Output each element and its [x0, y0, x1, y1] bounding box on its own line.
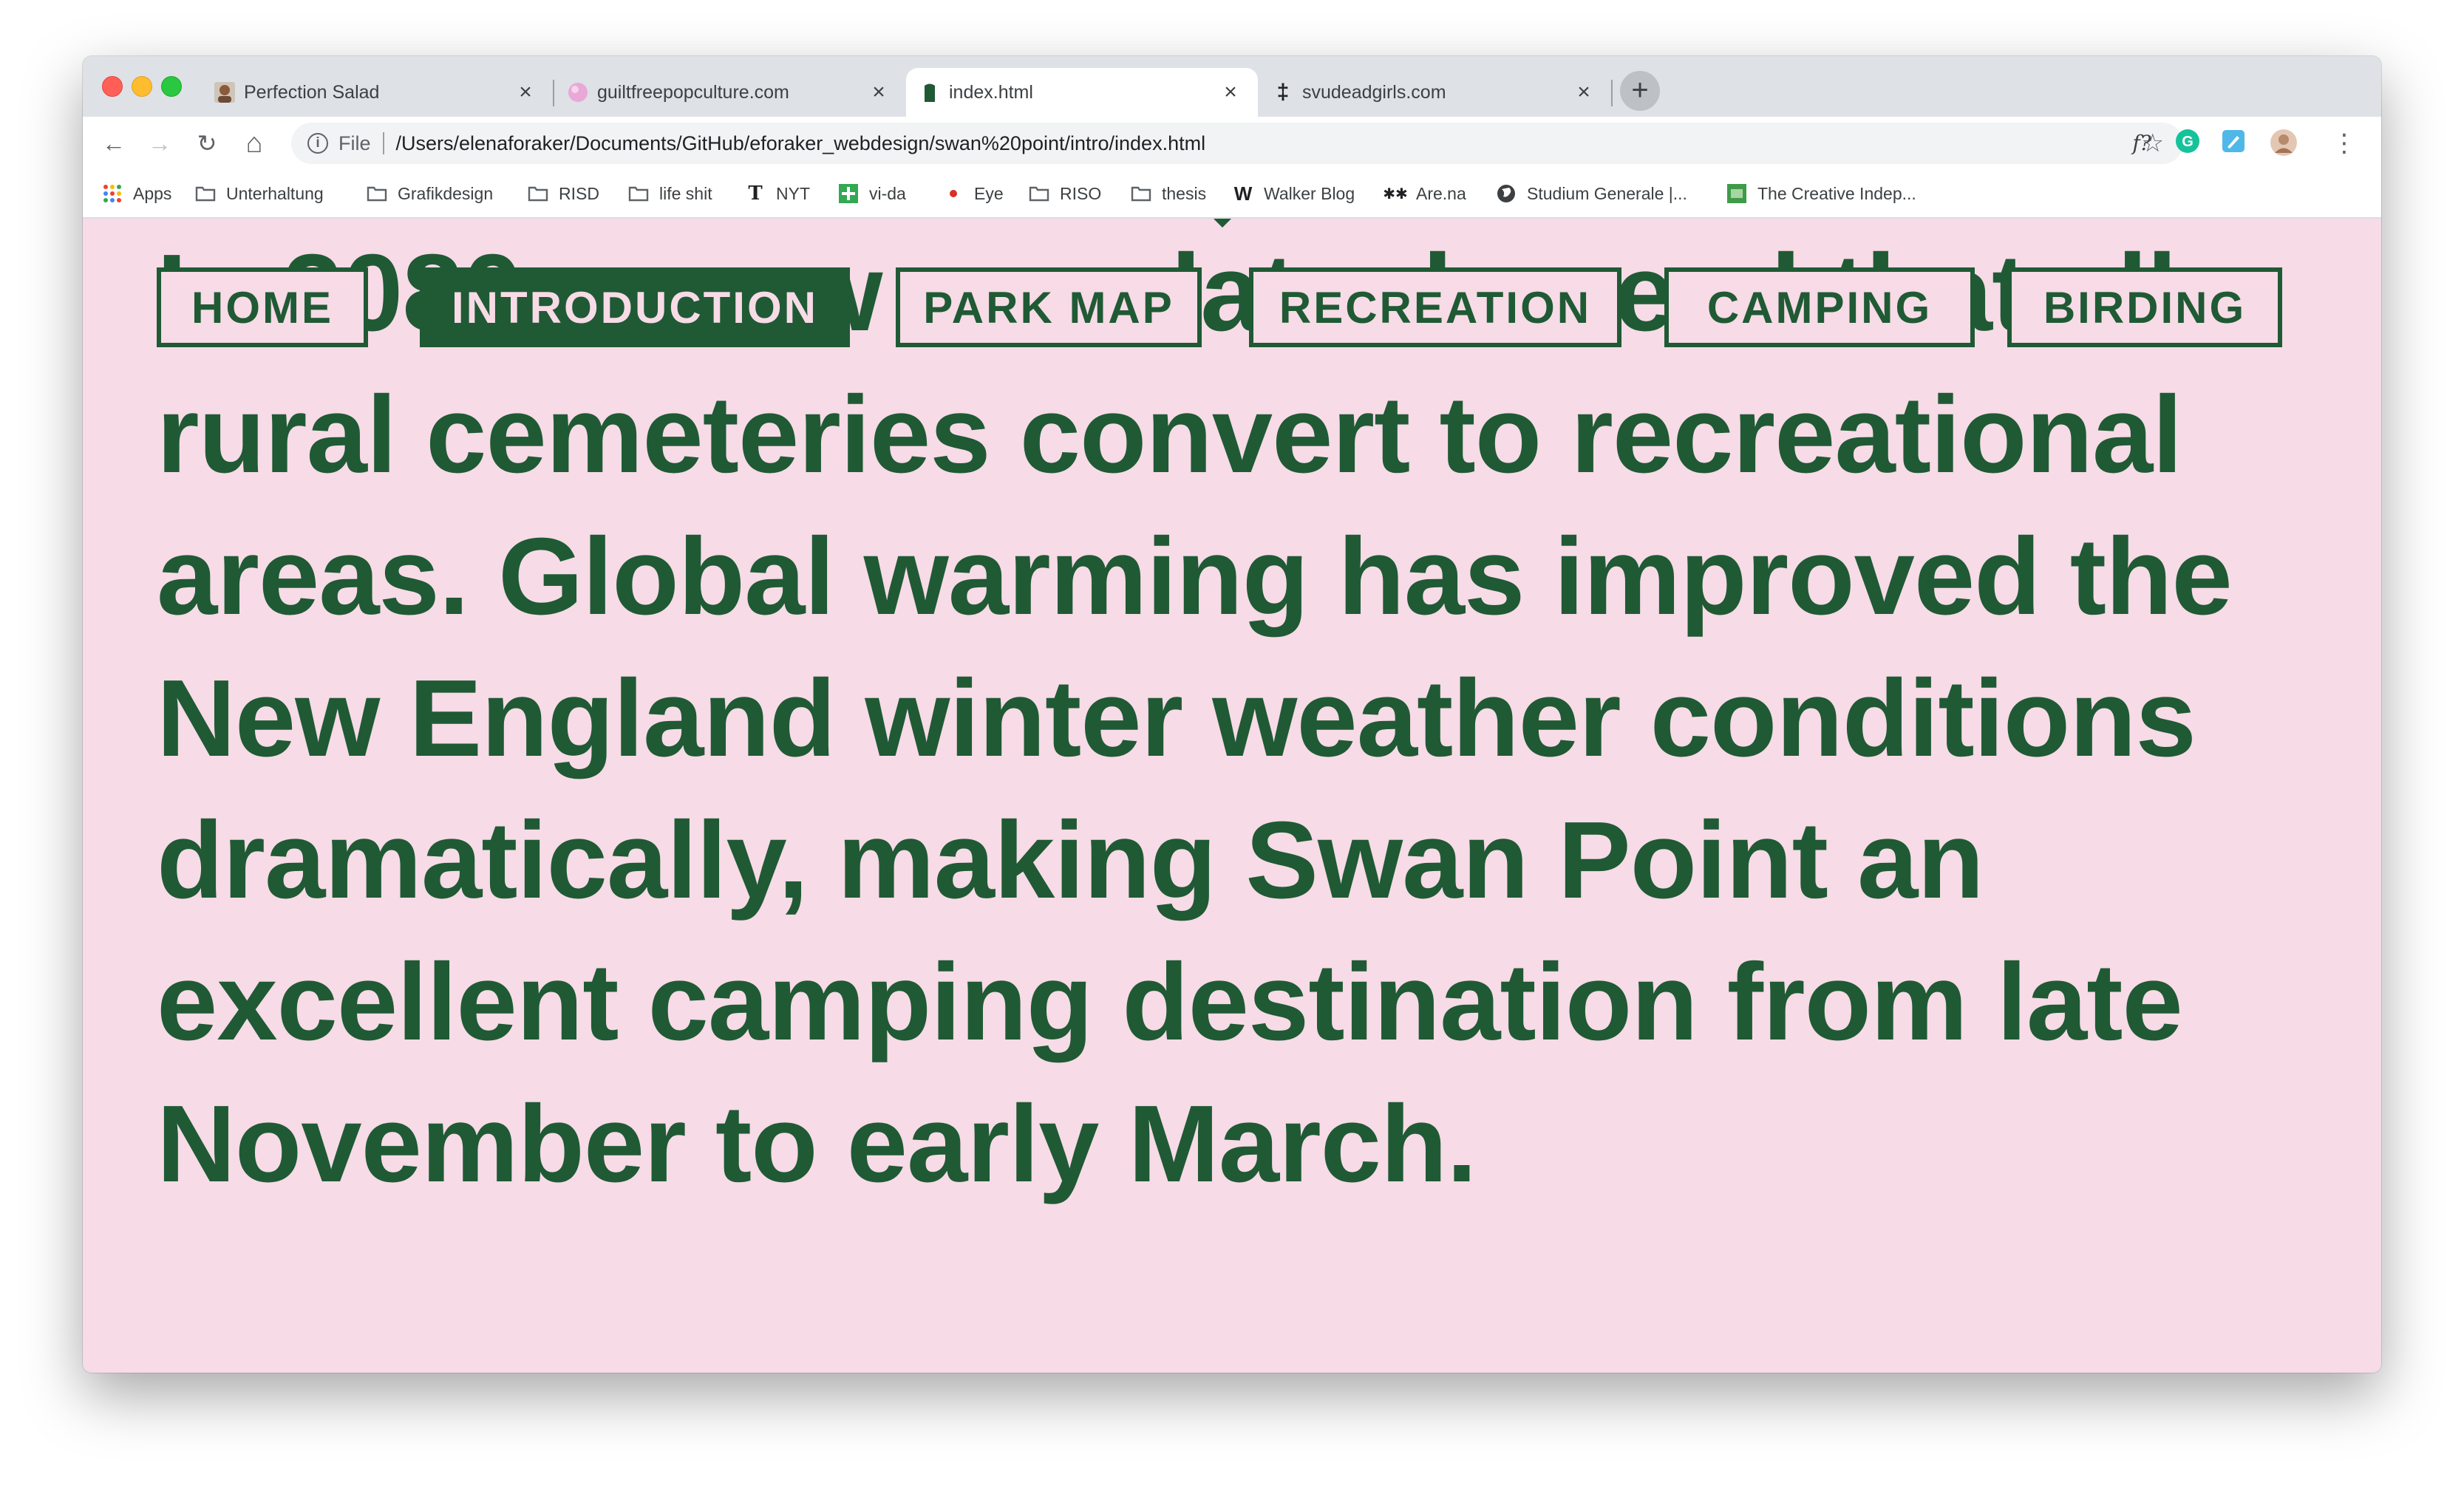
- menu-kebab-icon[interactable]: ⋮: [2329, 129, 2359, 158]
- reload-button[interactable]: ↻: [191, 127, 223, 160]
- bookmark-creative-independent[interactable]: The Creative Indep...: [1726, 182, 1916, 205]
- profile-avatar[interactable]: [2269, 129, 2298, 158]
- bookmark-label: Grafikdesign: [398, 183, 494, 203]
- pen-extension-icon[interactable]: [2219, 129, 2248, 158]
- eye-dot-icon: [943, 183, 964, 204]
- apps-grid-icon: [102, 183, 123, 204]
- bookmark-eye[interactable]: Eye: [943, 182, 1004, 205]
- svg-text:G: G: [2182, 134, 2194, 150]
- close-icon[interactable]: ×: [1573, 81, 1595, 103]
- folder-icon: [628, 183, 649, 204]
- bookmarks-bar: Apps Unterhaltung Grafikdesign RISD life…: [83, 170, 2381, 219]
- close-icon[interactable]: ×: [868, 81, 890, 103]
- bookmark-thesis[interactable]: thesis: [1131, 182, 1206, 205]
- window-zoom-button[interactable]: [161, 76, 182, 97]
- tab-title: guiltfreepopculture.com: [597, 81, 789, 103]
- bookmark-life-shit[interactable]: life shit: [628, 182, 712, 205]
- bookmark-label: Apps: [133, 183, 172, 203]
- nav-camping[interactable]: CAMPING: [1664, 267, 1975, 347]
- folder-icon: [195, 183, 216, 204]
- url-text[interactable]: /Users/elenaforaker/Documents/GitHub/efo…: [396, 132, 1206, 155]
- bookmark-risd[interactable]: RISD: [528, 182, 599, 205]
- window-close-button[interactable]: [102, 76, 123, 97]
- folder-icon: [367, 183, 387, 204]
- bookmark-grafikdesign[interactable]: Grafikdesign: [367, 182, 493, 205]
- address-bar[interactable]: i File /Users/elenaforaker/Documents/Git…: [291, 123, 2183, 164]
- bookmark-apps[interactable]: Apps: [102, 182, 171, 205]
- pink-orb-icon: [566, 81, 590, 104]
- info-icon[interactable]: i: [307, 133, 328, 154]
- bookmark-vi-da[interactable]: vi-da: [838, 182, 906, 205]
- creative-independent-icon: [1726, 183, 1747, 204]
- nav-park-map[interactable]: PARK MAP: [896, 267, 1202, 347]
- bookmark-label: Studium Generale |...: [1527, 183, 1687, 203]
- url-divider: [382, 132, 384, 154]
- nav-introduction[interactable]: INTRODUCTION: [420, 267, 850, 347]
- bookmark-studium-generale[interactable]: Studium Generale |...: [1496, 182, 1687, 205]
- bookmark-nyt[interactable]: T NYT: [745, 182, 810, 205]
- tab-strip: Perfection Salad × guiltfreepopculture.c…: [83, 56, 2381, 117]
- bookmark-label: Unterhaltung: [226, 183, 324, 203]
- portrait-icon: [213, 81, 236, 104]
- bookmark-riso[interactable]: RISO: [1029, 182, 1101, 205]
- window-minimize-button[interactable]: [132, 76, 152, 97]
- bookmark-label: NYT: [776, 183, 810, 203]
- tab-guiltfreepopculture[interactable]: guiltfreepopculture.com ×: [554, 68, 906, 117]
- intro-paragraph: In 2080, a new mandate decreed that all …: [157, 232, 2233, 1205]
- bookmark-label: life shit: [659, 183, 712, 203]
- bookmark-unterhaltung[interactable]: Unterhaltung: [195, 182, 324, 205]
- tab-title: Perfection Salad: [244, 81, 380, 103]
- nyt-icon: T: [748, 182, 763, 205]
- globe-icon: [1496, 183, 1517, 204]
- w-icon: W: [1233, 182, 1253, 205]
- folder-icon: [1131, 183, 1151, 204]
- tab-title: index.html: [949, 81, 1033, 103]
- back-button[interactable]: ←: [98, 127, 130, 160]
- folder-icon: [528, 183, 548, 204]
- forward-button[interactable]: →: [143, 127, 176, 160]
- nav-recreation[interactable]: RECREATION: [1249, 267, 1621, 347]
- close-icon[interactable]: ×: [514, 81, 537, 103]
- tab-svudeadgirls[interactable]: ‡ svudeadgirls.com ×: [1259, 68, 1611, 117]
- folder-icon: [1029, 183, 1049, 204]
- tab-separator: [1611, 80, 1613, 106]
- whatfont-extension-icon[interactable]: f?: [2127, 129, 2157, 158]
- plus-square-icon: [838, 183, 859, 204]
- new-tab-button[interactable]: +: [1620, 71, 1660, 111]
- bookmark-label: thesis: [1162, 183, 1207, 203]
- green-tombstone-icon: [918, 81, 942, 104]
- home-button[interactable]: ⌂: [238, 127, 270, 160]
- browser-window: Perfection Salad × guiltfreepopculture.c…: [83, 56, 2381, 1373]
- arena-icon: ✱✱: [1383, 185, 1408, 202]
- bookmark-walker-blog[interactable]: W Walker Blog: [1233, 182, 1355, 205]
- bookmark-label: RISO: [1060, 183, 1102, 203]
- bookmark-label: Walker Blog: [1264, 183, 1355, 203]
- tab-index-html[interactable]: index.html ×: [906, 68, 1258, 117]
- double-dagger-icon: ‡: [1276, 80, 1290, 104]
- bookmark-label: The Creative Indep...: [1757, 183, 1916, 203]
- page-viewport: In 2080, a new mandate decreed that all …: [83, 219, 2381, 1373]
- nav-home[interactable]: HOME: [157, 267, 368, 347]
- bookmark-label: vi-da: [869, 183, 906, 203]
- bookmark-label: RISD: [559, 183, 599, 203]
- bookmark-label: Eye: [974, 183, 1004, 203]
- nav-birding[interactable]: BIRDING: [2007, 267, 2282, 347]
- url-scheme: File: [338, 132, 371, 154]
- tab-perfection-salad[interactable]: Perfection Salad ×: [201, 68, 553, 117]
- toolbar: ← → ↻ ⌂ i File /Users/elenaforaker/Docum…: [83, 117, 2381, 170]
- tab-title: svudeadgirls.com: [1302, 81, 1446, 103]
- close-icon[interactable]: ×: [1219, 81, 1242, 103]
- grammarly-extension-icon[interactable]: G: [2173, 129, 2202, 158]
- bookmark-label: Are.na: [1416, 183, 1466, 203]
- bookmark-are-na[interactable]: ✱✱ Are.na: [1383, 182, 1466, 205]
